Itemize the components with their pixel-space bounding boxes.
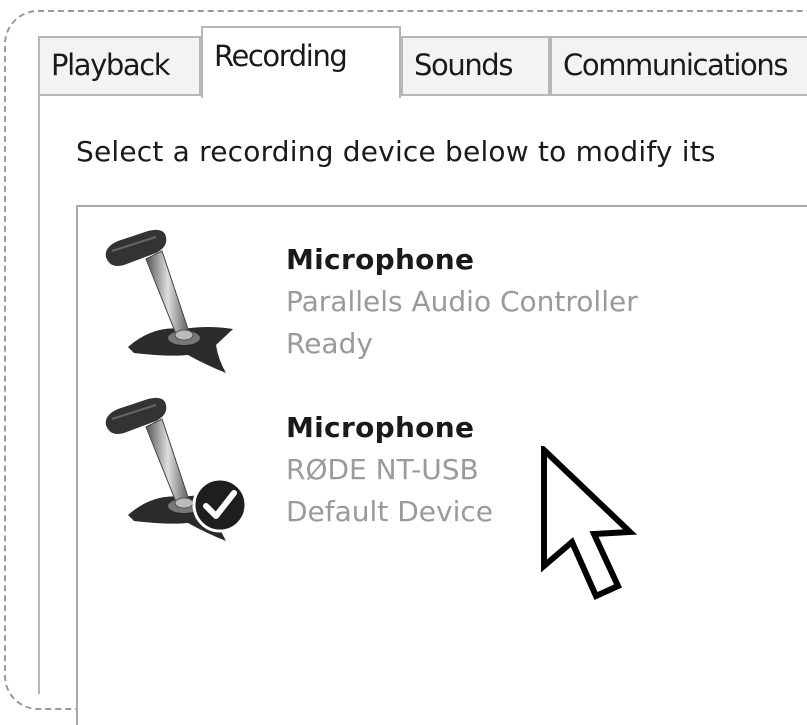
tab-playback-label: Playback — [51, 48, 171, 82]
device-status: Ready — [286, 327, 373, 360]
device-item-rode[interactable]: Microphone RØDE NT-USB Default Device — [98, 385, 798, 545]
instruction-text: Select a recording device below to modif… — [76, 135, 716, 168]
checkmark-icon — [192, 477, 248, 533]
recording-device-list: Microphone Parallels Audio Controller Re… — [76, 205, 807, 725]
tab-sounds[interactable]: Sounds — [401, 36, 550, 96]
device-text: Microphone Parallels Audio Controller Re… — [286, 239, 638, 365]
tab-playback[interactable]: Playback — [38, 36, 201, 96]
tab-recording-label: Recording — [214, 39, 348, 73]
device-driver: RØDE NT-USB — [286, 453, 479, 486]
tab-recording[interactable]: Recording — [201, 26, 401, 98]
device-text: Microphone RØDE NT-USB Default Device — [286, 407, 493, 533]
device-name: Microphone — [286, 411, 475, 444]
microphone-icon — [105, 229, 233, 373]
tab-communications[interactable]: Communications — [550, 36, 807, 96]
tab-communications-label: Communications — [563, 48, 788, 82]
device-item-parallels[interactable]: Microphone Parallels Audio Controller Re… — [98, 217, 798, 377]
tab-sounds-label: Sounds — [414, 48, 513, 82]
arrow-cursor-icon — [541, 446, 638, 600]
device-driver: Parallels Audio Controller — [286, 285, 638, 318]
device-status: Default Device — [286, 495, 493, 528]
device-name: Microphone — [286, 243, 475, 276]
